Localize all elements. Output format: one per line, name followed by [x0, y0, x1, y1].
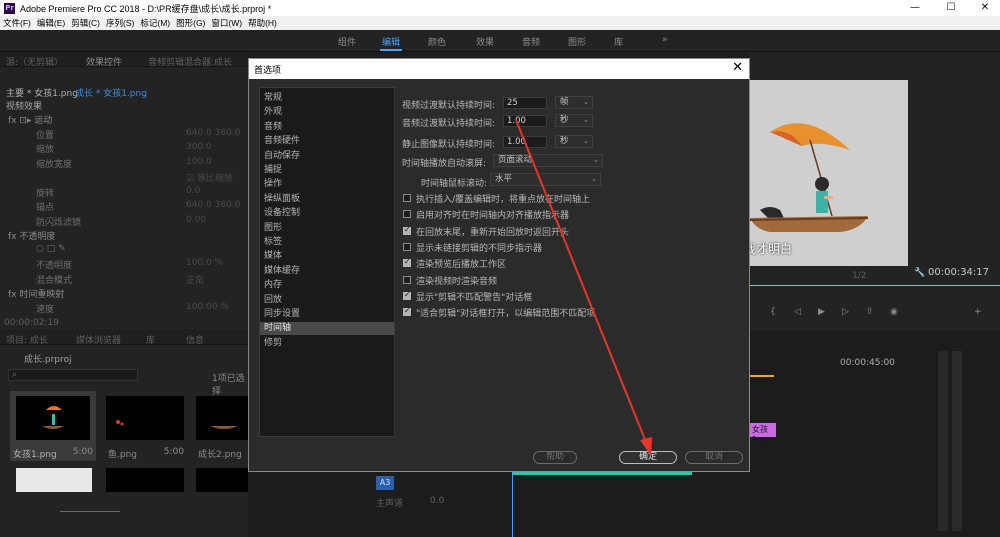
annotation-arrow — [515, 119, 652, 456]
